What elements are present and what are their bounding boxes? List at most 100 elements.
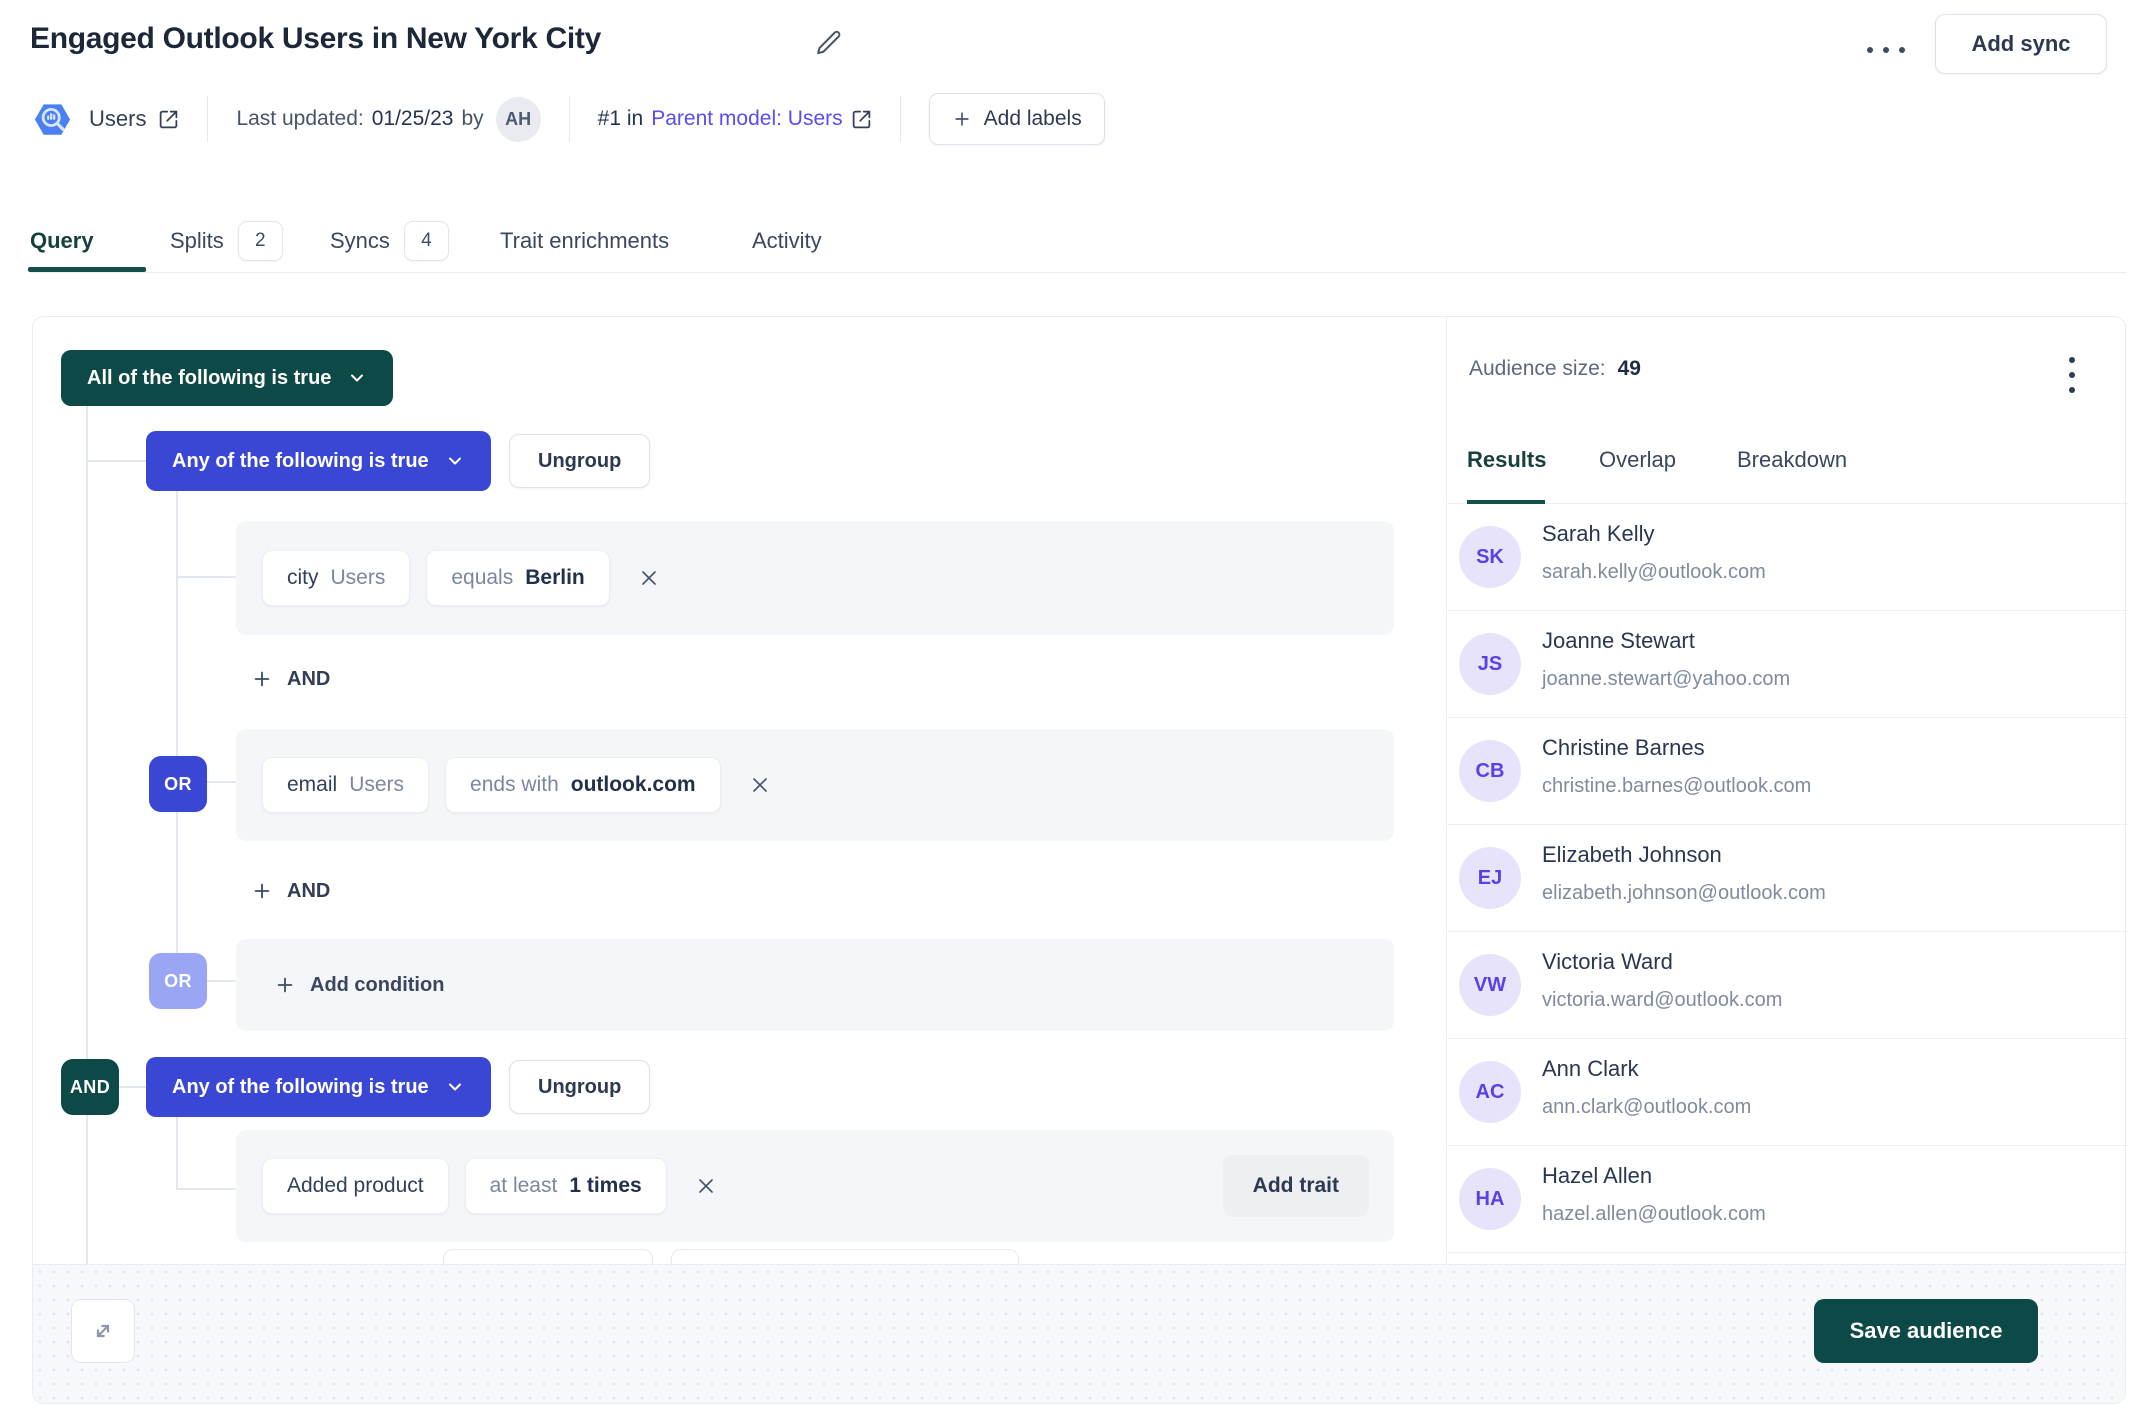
- tab-trait-enrichments[interactable]: Trait enrichments: [500, 220, 669, 262]
- source-model-name[interactable]: Users: [89, 106, 146, 132]
- results-tabs: Results Overlap Breakdown: [1447, 437, 2128, 504]
- more-actions-button[interactable]: [1858, 30, 1914, 70]
- add-condition-button[interactable]: Add condition: [274, 974, 444, 997]
- chevron-down-icon: [347, 368, 367, 388]
- divider: [900, 96, 901, 142]
- add-and-condition-button[interactable]: AND: [251, 873, 330, 909]
- expand-icon: [88, 1316, 118, 1346]
- tab-query[interactable]: Query: [30, 220, 94, 262]
- list-item[interactable]: SK Sarah Kelly sarah.kelly@outlook.com: [1447, 504, 2128, 611]
- condition2-operator: ends with: [470, 773, 559, 797]
- remove-condition-button[interactable]: [691, 1171, 721, 1201]
- add-trait-button[interactable]: Add trait: [1223, 1155, 1369, 1217]
- add-sync-button[interactable]: Add sync: [1935, 14, 2107, 74]
- tab-breakdown[interactable]: Breakdown: [1737, 447, 1847, 473]
- save-audience-button[interactable]: Save audience: [1814, 1299, 2038, 1363]
- plus-icon: [251, 668, 273, 690]
- condition1-model: Users: [331, 566, 386, 590]
- condition2-operator-pill[interactable]: ends with outlook.com: [445, 757, 721, 813]
- add-condition-row: Add condition: [236, 939, 1394, 1031]
- add-labels-label: Add labels: [984, 107, 1082, 131]
- person-name: Victoria Ward: [1542, 949, 1673, 975]
- condition1-field-pill[interactable]: city Users: [262, 550, 410, 606]
- list-item[interactable]: CB Christine Barnes christine.barnes@out…: [1447, 718, 2128, 825]
- group2-operator-button[interactable]: Any of the following is true: [146, 1057, 491, 1117]
- parent-model-link[interactable]: Parent model: Users: [651, 107, 842, 131]
- edit-title-button[interactable]: [812, 26, 846, 60]
- audience-builder-app: Engaged Outlook Users in New York City A…: [0, 0, 2140, 1416]
- condition1-field: city: [287, 566, 319, 590]
- list-item[interactable]: AC Ann Clark ann.clark@outlook.com: [1447, 1039, 2128, 1146]
- query-footer: Save audience: [33, 1264, 2125, 1403]
- and-connector-badge[interactable]: AND: [61, 1059, 119, 1115]
- condition3-value: 1 times: [569, 1174, 641, 1198]
- avatar: VW: [1459, 954, 1521, 1016]
- person-name: Joanne Stewart: [1542, 628, 1695, 654]
- group1-operator-button[interactable]: Any of the following is true: [146, 431, 491, 491]
- results-menu-button[interactable]: [2057, 347, 2087, 403]
- tree-line: [176, 576, 236, 578]
- tab-query-label: Query: [30, 228, 94, 254]
- close-icon: [694, 1174, 718, 1198]
- list-item[interactable]: EJ Elizabeth Johnson elizabeth.johnson@o…: [1447, 825, 2128, 932]
- condition1-operator-pill[interactable]: equals Berlin: [426, 550, 609, 606]
- by-label: by: [461, 107, 483, 131]
- results-panel: Audience size: 49 Results Overlap Breakd…: [1446, 317, 2127, 1266]
- results-list: SK Sarah Kelly sarah.kelly@outlook.com J…: [1447, 504, 2128, 1266]
- tab-overlap[interactable]: Overlap: [1599, 447, 1676, 473]
- plus-icon: [274, 974, 296, 996]
- avatar: HA: [1459, 1168, 1521, 1230]
- tab-activity[interactable]: Activity: [752, 220, 822, 262]
- avatar: CB: [1459, 740, 1521, 802]
- add-and-label: AND: [287, 668, 330, 691]
- tab-syncs[interactable]: Syncs 4: [330, 220, 449, 262]
- tab-splits[interactable]: Splits 2: [170, 220, 283, 262]
- tab-results[interactable]: Results: [1467, 447, 1546, 473]
- audience-size: Audience size: 49: [1469, 357, 1641, 381]
- ungroup-button[interactable]: Ungroup: [509, 434, 650, 488]
- condition3-event-pill[interactable]: Added product: [262, 1158, 449, 1214]
- active-tab-underline: [28, 267, 146, 272]
- condition-row: city Users equals Berlin: [236, 521, 1394, 635]
- tab-splits-label: Splits: [170, 228, 224, 254]
- avatar: JS: [1459, 633, 1521, 695]
- condition2-field-pill[interactable]: email Users: [262, 757, 429, 813]
- query-card: All of the following is true Any of the …: [32, 316, 2126, 1404]
- last-updated-date: 01/25/23: [372, 107, 454, 131]
- person-email: victoria.ward@outlook.com: [1542, 989, 1782, 1012]
- remove-condition-button[interactable]: [745, 770, 775, 800]
- or-connector-badge[interactable]: OR: [149, 756, 207, 812]
- avatar: SK: [1459, 526, 1521, 588]
- group2-operator-label: Any of the following is true: [172, 1076, 429, 1099]
- add-labels-button[interactable]: Add labels: [929, 93, 1105, 145]
- expand-canvas-button[interactable]: [71, 1299, 135, 1363]
- avatar: AC: [1459, 1061, 1521, 1123]
- condition3-frequency-pill[interactable]: at least 1 times: [465, 1158, 667, 1214]
- add-and-condition-button[interactable]: AND: [251, 661, 330, 697]
- add-and-label: AND: [287, 880, 330, 903]
- external-link-icon[interactable]: [851, 109, 872, 130]
- chevron-down-icon: [445, 451, 465, 471]
- person-email: hazel.allen@outlook.com: [1542, 1203, 1766, 1226]
- list-item[interactable]: HA Hazel Allen hazel.allen@outlook.com: [1447, 1146, 2128, 1253]
- rank-label: #1 in: [598, 107, 644, 131]
- condition3-operator: at least: [490, 1174, 558, 1198]
- divider: [569, 96, 570, 142]
- condition2-field: email: [287, 773, 337, 797]
- ungroup-button[interactable]: Ungroup: [509, 1060, 650, 1114]
- list-item[interactable]: VW Victoria Ward victoria.ward@outlook.c…: [1447, 932, 2128, 1039]
- splits-count-badge: 2: [238, 221, 283, 261]
- or-connector-badge-pending: OR: [149, 953, 207, 1009]
- tab-activity-label: Activity: [752, 228, 822, 254]
- audience-size-label: Audience size:: [1469, 357, 1606, 381]
- syncs-count-badge: 4: [404, 221, 449, 261]
- person-name: Hazel Allen: [1542, 1163, 1652, 1189]
- condition-row: email Users ends with outlook.com: [236, 729, 1394, 841]
- remove-condition-button[interactable]: [634, 563, 664, 593]
- external-link-icon[interactable]: [158, 109, 179, 130]
- list-item[interactable]: JS Joanne Stewart joanne.stewart@yahoo.c…: [1447, 611, 2128, 718]
- pencil-icon: [814, 28, 844, 58]
- page-title: Engaged Outlook Users in New York City: [30, 22, 601, 56]
- audience-meta-bar: Users Last updated: 01/25/23 by AH #1 in…: [30, 95, 1105, 143]
- root-group-operator-button[interactable]: All of the following is true: [61, 350, 393, 406]
